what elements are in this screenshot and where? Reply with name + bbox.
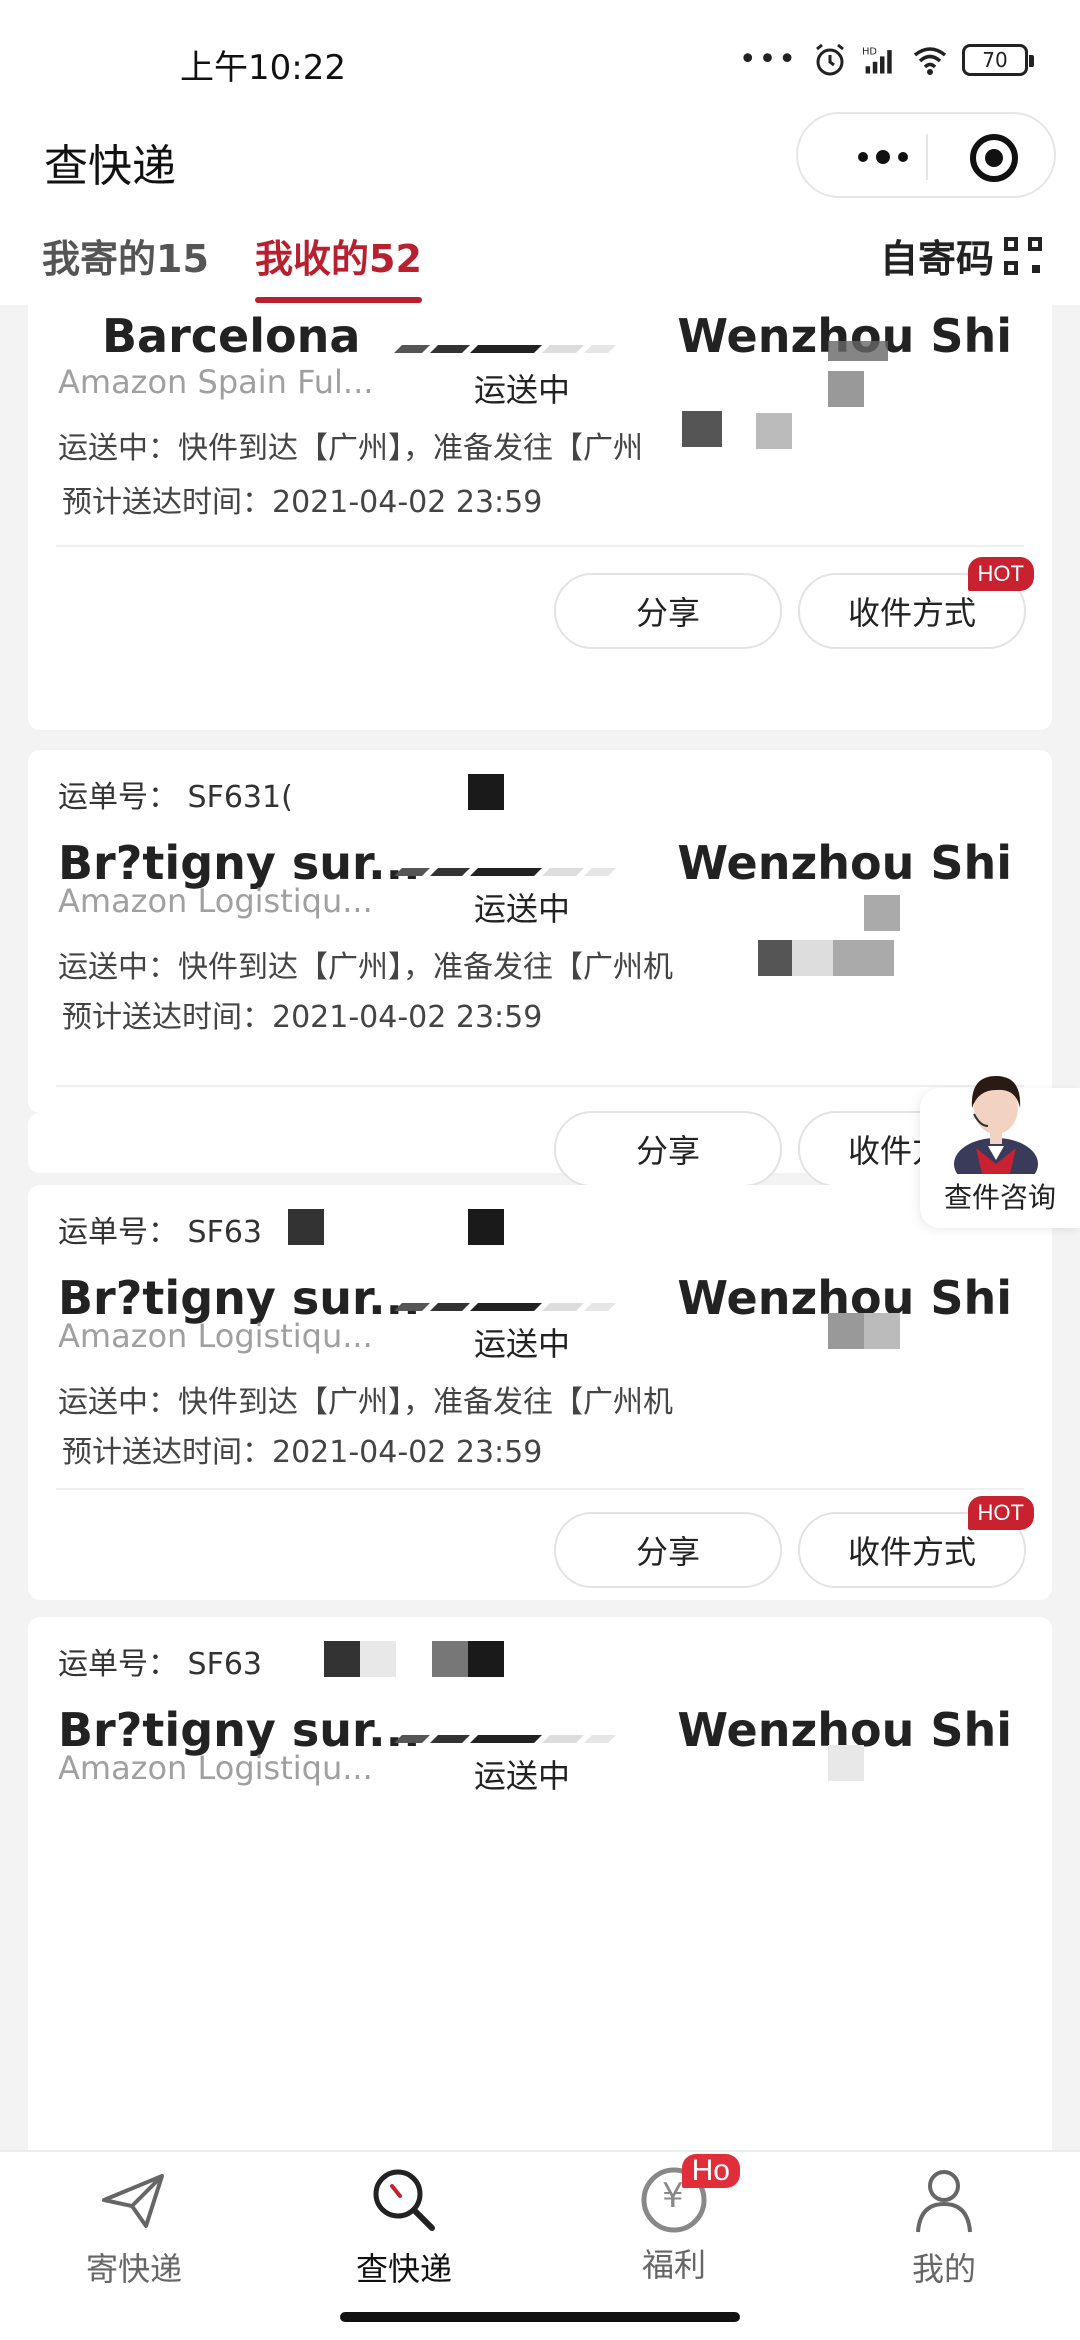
welfare-badge: Ho [681, 2154, 740, 2188]
hot-badge: HOT [967, 1496, 1034, 1530]
card-divider [56, 545, 1024, 547]
route-arrow-icon [394, 864, 628, 878]
shipment-status: 运送中 [474, 1757, 571, 1795]
share-button[interactable]: 分享 [554, 1111, 782, 1187]
wifi-icon [913, 46, 947, 75]
shipment-card[interactable]: 运单号： SF63 Br?tigny sur... Wenzhou Shi Am… [28, 1617, 1052, 2150]
status-time: 上午10:22 [180, 48, 346, 88]
waybill-number: 运单号： SF631( [58, 780, 293, 815]
hot-badge: HOT [967, 557, 1034, 591]
waybill-number: 运单号： SF63 [58, 1215, 263, 1250]
search-icon [373, 2169, 435, 2231]
status-icons: ••• HD 70 [738, 42, 1034, 77]
home-indicator[interactable] [340, 2312, 740, 2322]
user-icon [916, 2170, 972, 2233]
capsule-divider [926, 134, 928, 180]
origin-warehouse: Amazon Logistiqu... [58, 1749, 373, 1787]
paper-plane-icon [102, 2174, 164, 2228]
redacted-block [864, 895, 900, 931]
nav-welfare-label: 福利 [641, 2246, 706, 2284]
tab-underline [255, 297, 422, 303]
redacted-block [432, 1641, 504, 1677]
shipment-card[interactable]: 运单号： SF63 Br?tigny sur... Wenzhou Shi Am… [28, 1185, 1052, 1600]
origin-warehouse: Amazon Spain Ful... [58, 363, 374, 401]
receive-method-label: 收件方式 [847, 1533, 976, 1571]
redacted-block [828, 371, 864, 407]
shipment-list[interactable]: Barcelona Wenzhou Shi Amazon Spain Ful..… [0, 305, 1080, 2150]
more-dots-icon: ••• [738, 42, 798, 77]
svg-text:HD: HD [862, 46, 877, 57]
estimated-delivery: 预计送达时间：2021-04-02 23:59 [62, 485, 543, 520]
route-arrow-icon [394, 1731, 628, 1745]
origin-city: Barcelona [102, 309, 361, 363]
tab-sent[interactable]: 我寄的15 [42, 228, 209, 283]
redacted-block [758, 940, 894, 976]
route-info: 运送中：快件到达【广州】，准备发往【广州机 [58, 950, 673, 985]
nav-me-label: 我的 [911, 2250, 976, 2288]
route-info: 运送中：快件到达【广州】，准备发往【广州机 [58, 1385, 673, 1420]
card-divider [56, 1085, 1024, 1087]
shipment-card[interactable]: 运单号： SF631( Br?tigny sur... Wenzhou Shi … [28, 750, 1052, 1113]
self-code-label: 自寄码 [879, 237, 994, 281]
mini-program-capsule [796, 112, 1056, 198]
route-arrow-icon [394, 341, 628, 355]
shipment-card-actions: 分享 收件方式 [28, 1085, 1052, 1187]
support-consult-button[interactable]: 查件咨询 [920, 1076, 1080, 1228]
shipment-status: 运送中 [474, 371, 571, 409]
battery-icon: 70 [962, 43, 1034, 76]
redacted-block [756, 413, 792, 449]
nav-send-express[interactable]: 寄快递 [34, 2162, 234, 2290]
qr-code-icon [1004, 236, 1042, 275]
nav-me[interactable]: 我的 [844, 2162, 1044, 2290]
shipment-status: 运送中 [474, 1325, 571, 1363]
redacted-block [682, 411, 722, 447]
route-arrow-icon [394, 1299, 628, 1313]
receive-method-button[interactable]: 收件方式 HOT [798, 557, 1034, 649]
more-options-icon[interactable] [838, 134, 928, 180]
shipment-status: 运送中 [474, 890, 571, 928]
receive-method-button[interactable]: 收件方式 HOT [798, 1496, 1034, 1588]
tab-received-label: 我收的52 [255, 237, 422, 281]
self-send-code-button[interactable]: 自寄码 [880, 228, 1042, 283]
nav-query-express[interactable]: 查快递 [304, 2162, 504, 2290]
status-bar: 上午10:22 ••• HD 70 [0, 0, 1080, 110]
estimated-delivery: 预计送达时间：2021-04-02 23:59 [62, 1000, 543, 1035]
redacted-block [288, 1209, 324, 1245]
card-divider [56, 1488, 1024, 1490]
redacted-block [324, 1641, 396, 1677]
close-program-icon[interactable] [970, 134, 1018, 182]
coin-icon: ¥ Ho [636, 2154, 740, 2238]
support-consult-label: 查件咨询 [943, 1181, 1056, 1214]
nav-send-label: 寄快递 [85, 2250, 182, 2288]
share-button[interactable]: 分享 [554, 1512, 782, 1588]
origin-warehouse: Amazon Logistiqu... [58, 882, 373, 920]
estimated-delivery: 预计送达时间：2021-04-02 23:59 [62, 1435, 543, 1470]
title-bar: 查快递 [0, 110, 1080, 210]
nav-query-label: 查快递 [355, 2250, 452, 2288]
redacted-block [468, 1209, 504, 1245]
route-info: 运送中：快件到达【广州】，准备发往【广州 [58, 431, 643, 466]
nav-welfare[interactable]: ¥ Ho 福利 [574, 2154, 774, 2286]
shipment-card[interactable]: Barcelona Wenzhou Shi Amazon Spain Ful..… [28, 305, 1052, 730]
coin-symbol: ¥ [662, 2176, 684, 2216]
redacted-block [828, 341, 888, 361]
customer-service-avatar-icon [954, 1076, 1038, 1174]
cell-signal-icon: HD [862, 46, 892, 73]
origin-warehouse: Amazon Logistiqu... [58, 1317, 373, 1355]
alarm-icon [816, 43, 844, 75]
destination-city: Wenzhou Shi [677, 836, 1012, 890]
tab-bar: 我寄的15 我收的52 自寄码 [0, 210, 1080, 305]
tab-received[interactable]: 我收的52 [255, 228, 422, 303]
redacted-block [828, 1745, 864, 1781]
share-button[interactable]: 分享 [554, 573, 782, 649]
page-title: 查快递 [44, 141, 176, 192]
redacted-block [468, 774, 504, 810]
redacted-block [828, 1313, 900, 1349]
waybill-number: 运单号： SF63 [58, 1647, 263, 1682]
receive-method-label: 收件方式 [847, 594, 976, 632]
